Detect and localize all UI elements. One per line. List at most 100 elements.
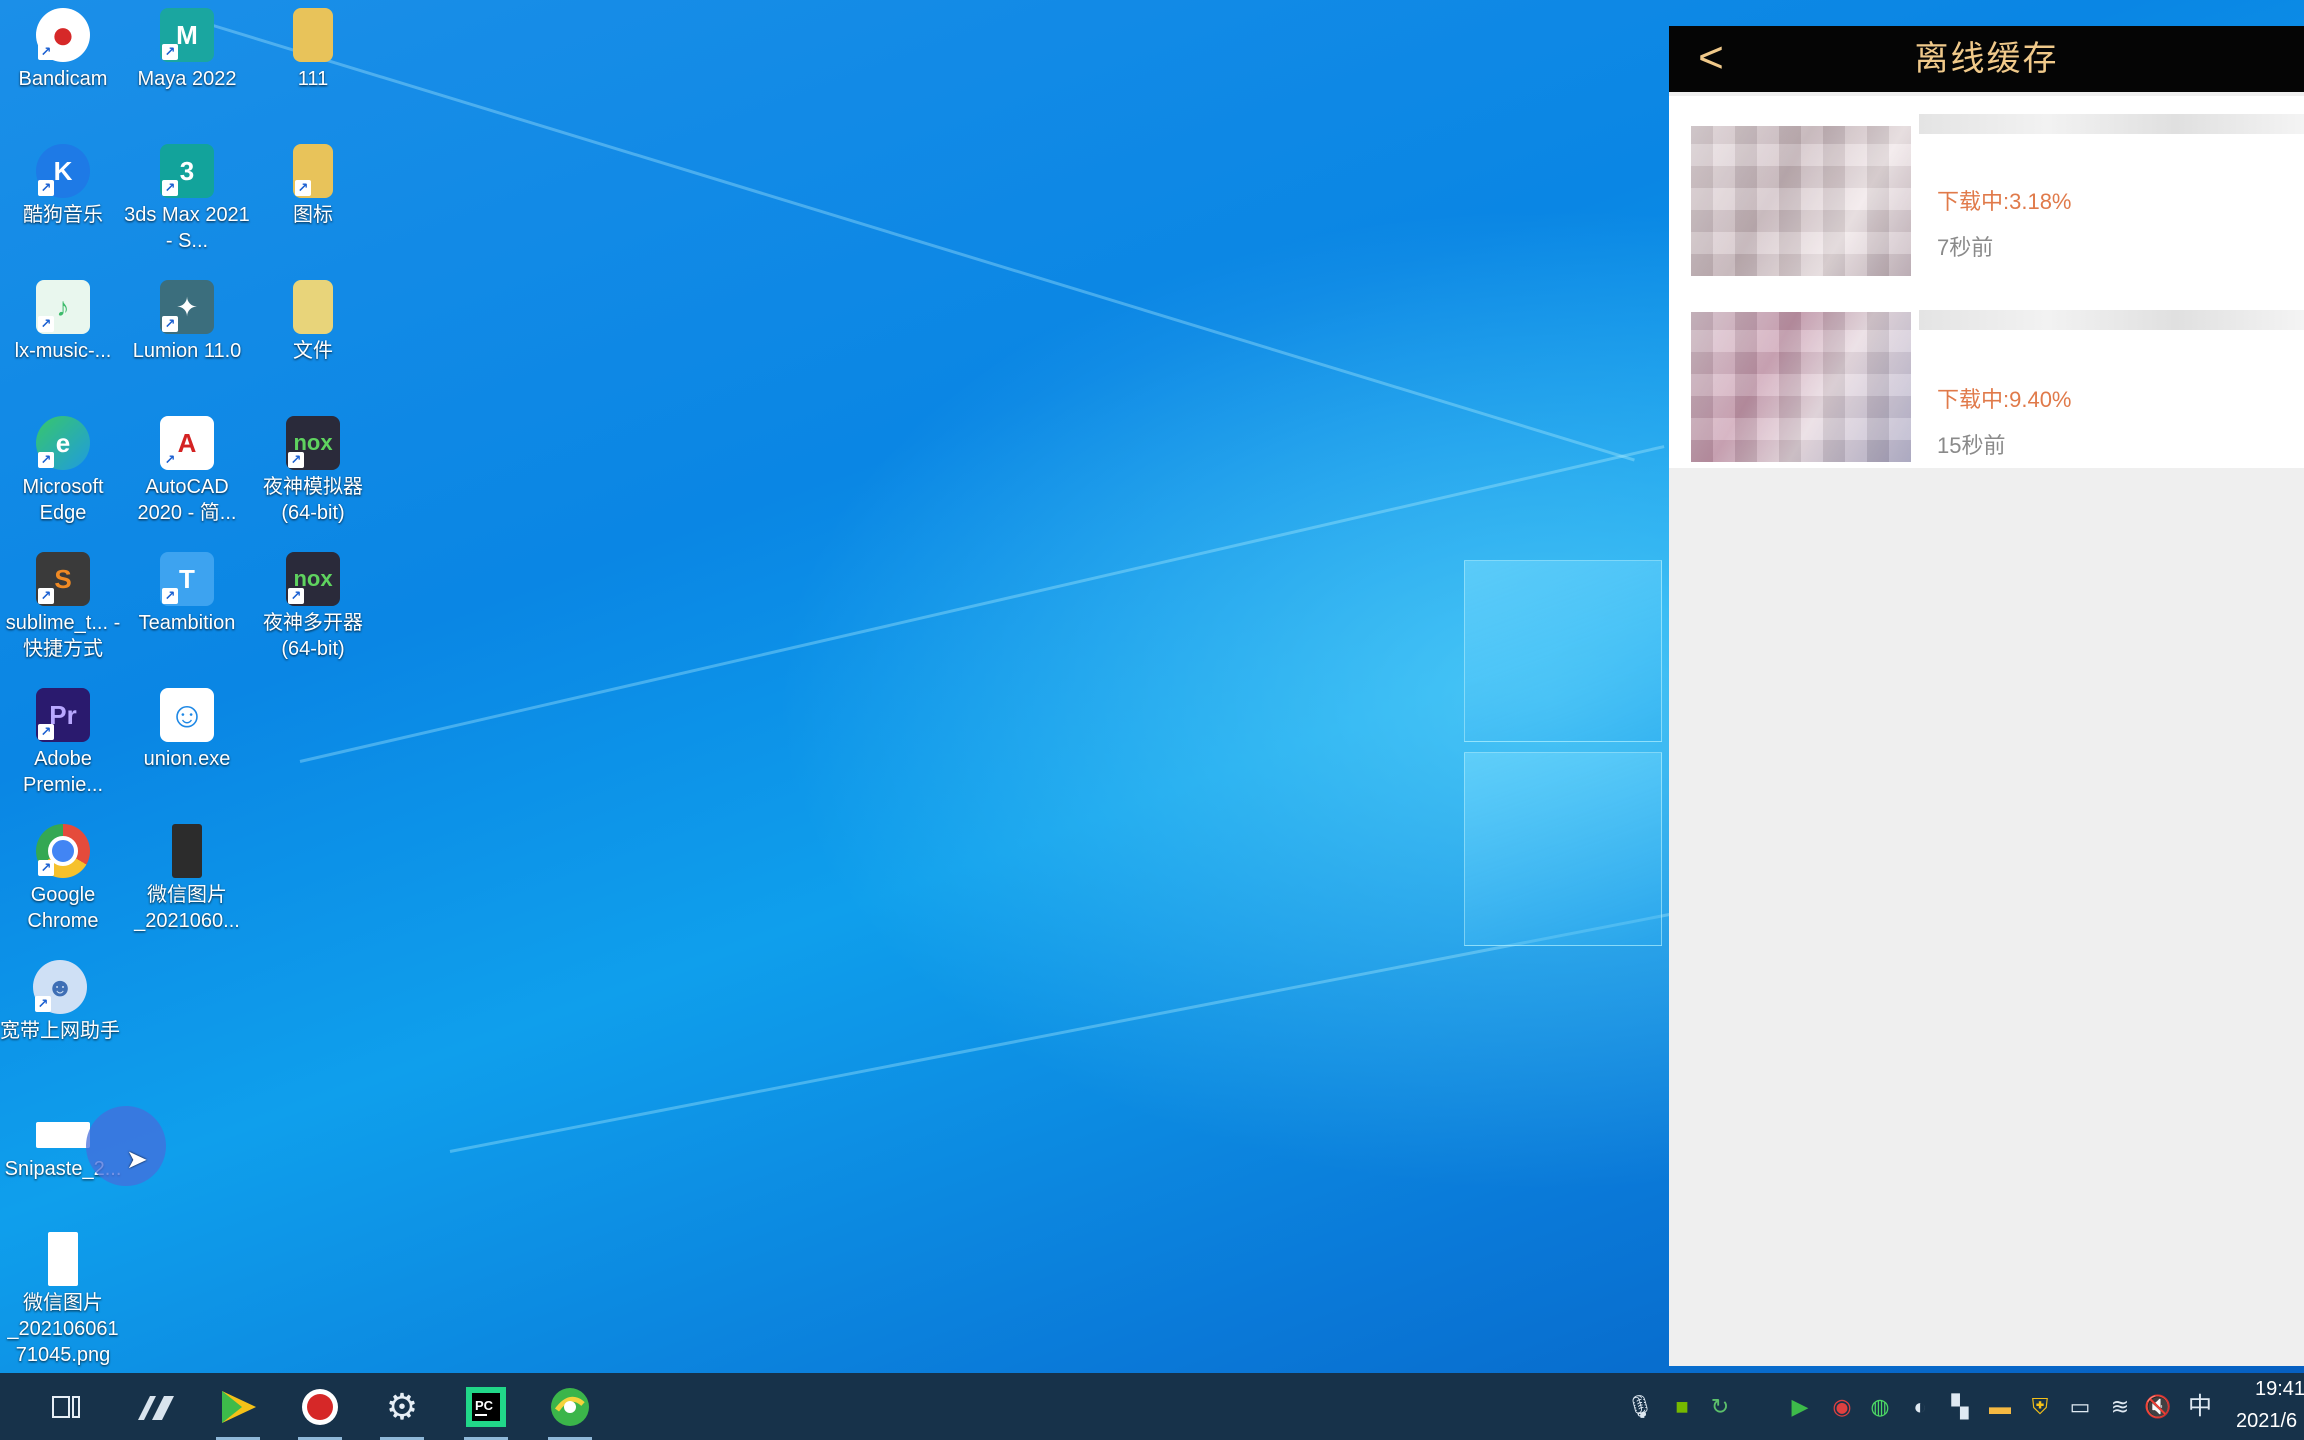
desktop-icon-label: 夜神模拟器 (64-bit) (263, 476, 363, 524)
light-beam (449, 911, 1678, 1153)
taskbar: ⚙ PC 🎙 ■ ↻ ▶ ◉ ◍ ◐ ▚ ▬ ⛨ ▭ ≋ 🔇 中 (0, 1373, 2304, 1440)
kugou-icon: K ↗ (36, 144, 90, 198)
maya-icon: M ↗ (160, 8, 214, 62)
battery-icon[interactable]: ▭ (2066, 1393, 2094, 1421)
task-view-button[interactable] (36, 1373, 96, 1440)
pycharm-icon: PC (466, 1386, 506, 1427)
taskbar-pycharm[interactable]: PC (456, 1373, 516, 1440)
desktop-icon-edge[interactable]: e ↗ Microsoft Edge (0, 408, 126, 526)
icon-glyph: M (176, 20, 198, 50)
icon-glyph: e (55, 428, 71, 458)
offline-cache-window: < 离线缓存 下载中:3.18% 7秒前 下载中:9.40% 15秒前 (1669, 26, 2304, 1366)
desktop-icon-label: 图标 (293, 204, 333, 226)
ime-indicator[interactable]: 中 (2186, 1393, 2214, 1421)
wechat-icon[interactable]: ◍ (1866, 1393, 1894, 1421)
desktop-icon-maya[interactable]: M ↗ Maya 2022 (124, 0, 250, 92)
browser-360-icon (551, 1387, 589, 1426)
desktop-icon-label: Teambition (138, 612, 236, 634)
icon-glyph: ♪ (56, 292, 70, 322)
desktop-icon-folder-111[interactable]: 111 (250, 0, 376, 92)
taskbar-bandicam[interactable] (290, 1373, 350, 1440)
maya-launcher-icon (138, 1395, 174, 1420)
nvidia-icon[interactable]: ■ (1668, 1393, 1696, 1421)
desktop-icon-label: Microsoft Edge (22, 476, 104, 524)
desktop-icon-3dsmax[interactable]: 3 ↗ 3ds Max 2021 - S... (124, 136, 250, 254)
desktop-icon-label: 夜神多开器 (64-bit) (263, 612, 363, 660)
microphone-icon[interactable]: 🎙 (1626, 1393, 1654, 1421)
media-player-icon (222, 1390, 256, 1423)
png-file-icon (48, 1232, 78, 1286)
3dsmax-icon: 3 ↗ (160, 144, 214, 198)
desktop-icon-wechat-image[interactable]: 微信图片 _2021060... (124, 816, 250, 934)
download-item[interactable]: 下载中:9.40% 15秒前 (1669, 292, 2304, 468)
player-icon[interactable]: ▶ (1786, 1393, 1814, 1421)
taskbar-settings[interactable]: ⚙ (372, 1373, 432, 1440)
desktop-icon-wechat-png[interactable]: 微信图片 _202106061 71045.png (0, 1224, 126, 1368)
volume-muted-icon[interactable]: 🔇 (2144, 1393, 2172, 1421)
download-status: 下载中:3.18% (1937, 189, 2072, 214)
desktop-icon-autocad[interactable]: A ↗ AutoCAD 2020 - 简... (124, 408, 250, 526)
desktop-icon-premiere[interactable]: Pr ↗ Adobe Premie... (0, 680, 126, 798)
sync-icon[interactable]: ↻ (1706, 1393, 1734, 1421)
taskbar-media-player[interactable] (208, 1373, 268, 1440)
icon-glyph: A (177, 428, 197, 458)
sublime-icon: S ↗ (36, 552, 90, 606)
image-file-icon (172, 824, 202, 878)
bandicam-record-icon (302, 1388, 338, 1425)
desktop-icon-label: union.exe (143, 748, 231, 770)
desktop-icon-label: Lumion 11.0 (132, 340, 242, 362)
icon-glyph: 3 (179, 156, 195, 186)
desktop-icon-label: 酷狗音乐 (23, 204, 103, 226)
wifi-icon[interactable]: ≋ (2106, 1393, 2134, 1421)
desktop-icon-label: 3ds Max 2021 - S... (124, 204, 250, 252)
desktop-icon-label: Adobe Premie... (22, 748, 104, 796)
light-beam (199, 20, 1635, 462)
record-icon[interactable]: ◉ (1828, 1393, 1856, 1421)
desktop-icon-broadband[interactable]: ☻ ↗ 宽带上网助手 (0, 952, 120, 1044)
video-thumbnail (1691, 126, 1911, 276)
bookmark-icon[interactable]: ▚ (1946, 1393, 1974, 1421)
desktop-icon-lx-music[interactable]: ♪ ↗ lx-music-... (0, 272, 126, 364)
download-item[interactable]: 下载中:3.18% 7秒前 (1669, 96, 2304, 292)
gear-icon: ⚙ (385, 1385, 419, 1427)
desktop-icon-union[interactable]: ☺ union.exe (124, 680, 250, 772)
folder-icon (293, 8, 333, 62)
desktop-icon-bandicam[interactable]: ● ↗ Bandicam (0, 0, 126, 92)
desktop-icon-label: 微信图片 _2021060... (134, 884, 240, 932)
teambition-icon: T ↗ (160, 552, 214, 606)
nox-icon: nox ↗ (286, 416, 340, 470)
desktop-icon-nox-multi[interactable]: nox ↗ 夜神多开器 (64-bit) (250, 544, 376, 662)
desktop-icon-chrome[interactable]: ↗ Google Chrome (0, 816, 126, 934)
broadband-assistant-icon: ☻ ↗ (33, 960, 87, 1014)
desktop-icon-label: Maya 2022 (137, 68, 237, 90)
folder-icon[interactable]: ▬ (1986, 1393, 2014, 1421)
desktop-icon-folder-files[interactable]: 文件 (250, 272, 376, 364)
blurred-video-title (1919, 310, 2304, 330)
icon-glyph: S (54, 564, 72, 594)
edge-icon: e ↗ (36, 416, 90, 470)
desktop-icon-kugou[interactable]: K ↗ 酷狗音乐 (0, 136, 126, 228)
globe-icon[interactable]: ◐ (1906, 1393, 1934, 1421)
nox-multi-icon: nox ↗ (286, 552, 340, 606)
clock-time[interactable]: 19:41 (2255, 1378, 2304, 1401)
clock-date[interactable]: 2021/6 (2236, 1410, 2297, 1433)
desktop-icon-nox[interactable]: nox ↗ 夜神模拟器 (64-bit) (250, 408, 376, 526)
desktop-icon-lumion[interactable]: ✦ ↗ Lumion 11.0 (124, 272, 250, 364)
desktop-icon-label: Bandicam (18, 68, 108, 90)
desktop-icon-teambition[interactable]: T ↗ Teambition (124, 544, 250, 636)
windows-logo-pane (1464, 752, 1662, 946)
desktop-icon-folder-icons[interactable]: ↗ 图标 (250, 136, 376, 228)
desktop-icon-label: 111 (297, 68, 329, 90)
doraemon-icon: ☺ (160, 688, 214, 742)
desktop-icon-label: lx-music-... (14, 340, 112, 362)
desktop-icon-sublime[interactable]: S ↗ sublime_t... - 快捷方式 (0, 544, 126, 662)
taskbar-browser-360[interactable] (540, 1373, 600, 1440)
blurred-video-title (1919, 114, 2304, 134)
icon-glyph: ☺ (168, 694, 206, 735)
chrome-icon: ↗ (36, 824, 90, 878)
desktop-icon-label: Google Chrome (27, 884, 99, 932)
shield-icon[interactable]: ⛨ (2026, 1393, 2054, 1421)
taskbar-maya-launcher[interactable] (126, 1373, 186, 1440)
light-beam (299, 445, 1665, 763)
svg-text:PC: PC (475, 1398, 494, 1413)
